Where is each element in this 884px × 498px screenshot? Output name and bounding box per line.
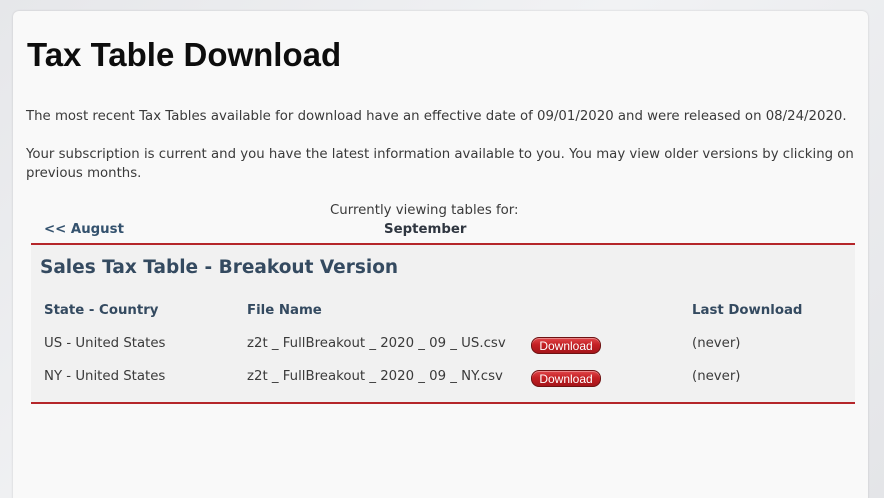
page-title: Tax Table Download [27,36,342,73]
current-month-label: September [384,222,467,237]
tax-table-section: Sales Tax Table - Breakout Version State… [31,243,855,404]
previous-month-link[interactable]: << August [44,222,124,237]
download-button-ny[interactable]: Download [531,370,601,387]
row-ny-file-name: z2t _ FullBreakout _ 2020 _ 09 _ NY.csv [247,369,503,384]
download-button-us[interactable]: Download [531,337,601,354]
section-title: Sales Tax Table - Breakout Version [40,257,399,278]
column-header-last-download: Last Download [692,303,803,318]
row-ny-state: NY - United States [44,369,166,384]
row-us-state: US - United States [44,336,166,351]
column-header-state: State - Country [44,303,159,318]
viewing-label: Currently viewing tables for: [330,203,519,218]
row-us-last-download: (never) [692,336,741,351]
content-panel: Tax Table Download The most recent Tax T… [13,11,868,498]
effective-date-text: The most recent Tax Tables available for… [26,109,847,124]
subscription-text: Your subscription is current and you hav… [26,147,854,181]
row-us-file-name: z2t _ FullBreakout _ 2020 _ 09 _ US.csv [247,336,506,351]
row-ny-last-download: (never) [692,369,741,384]
column-header-file-name: File Name [247,303,322,318]
